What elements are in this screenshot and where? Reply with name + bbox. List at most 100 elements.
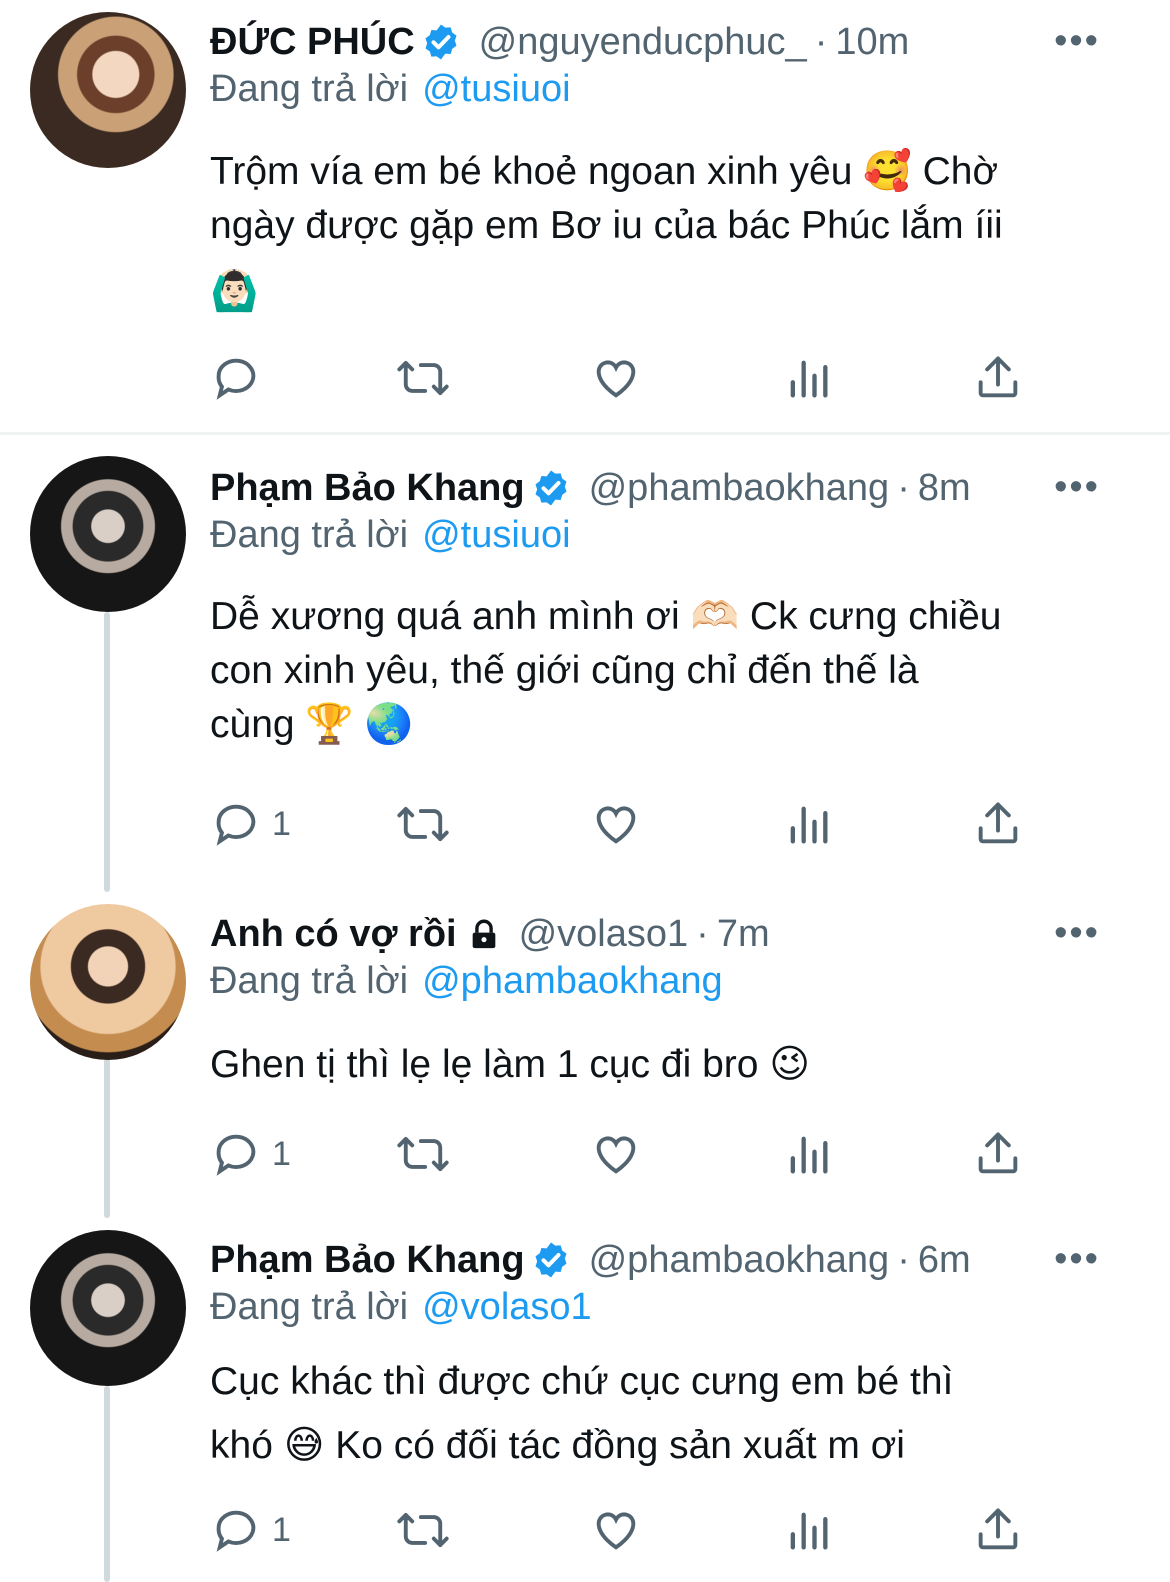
tweet-text-line: con xinh yêu, thế giới cũng chỉ đến thế … bbox=[210, 649, 919, 692]
views-icon bbox=[790, 1512, 828, 1550]
mention-link[interactable]: @tusiuoi bbox=[422, 68, 570, 110]
reply-button[interactable]: 1 bbox=[210, 798, 291, 850]
mention-link[interactable]: @volaso1 bbox=[422, 1286, 592, 1328]
reply-icon bbox=[216, 804, 256, 846]
separator-dot: · bbox=[814, 20, 828, 63]
share-button[interactable] bbox=[972, 352, 1024, 404]
tweet-text: Cục khác thì được chứ cục cưng em bé thì… bbox=[210, 1350, 1110, 1478]
verified-badge-icon bbox=[535, 1242, 567, 1278]
tweet-actions: 1 bbox=[210, 798, 1040, 858]
like-icon bbox=[596, 1136, 636, 1174]
timestamp[interactable]: 7m bbox=[717, 913, 770, 956]
tweet-text-line: cùng 🏆 🌏 bbox=[210, 703, 414, 746]
reply-icon bbox=[216, 358, 256, 400]
share-icon bbox=[978, 1132, 1018, 1174]
replying-to: Đang trả lời @phambaokhang bbox=[210, 960, 723, 1003]
tweet[interactable]: Anh có vợ rồi @volaso1 · 7m ••• Đang trả… bbox=[0, 890, 1170, 1220]
like-icon bbox=[596, 806, 636, 844]
display-name[interactable]: Anh có vợ rồi bbox=[210, 913, 457, 956]
like-button[interactable] bbox=[590, 352, 642, 404]
verified-badge-icon bbox=[535, 470, 567, 506]
avatar[interactable] bbox=[30, 904, 186, 1060]
share-icon bbox=[978, 356, 1018, 398]
replying-to: Đang trả lời @tusiuoi bbox=[210, 514, 571, 557]
reply-count: 1 bbox=[272, 1510, 291, 1549]
timestamp[interactable]: 6m bbox=[918, 1239, 971, 1282]
more-icon[interactable]: ••• bbox=[1054, 1238, 1100, 1281]
share-button[interactable] bbox=[972, 798, 1024, 850]
like-button[interactable] bbox=[590, 1128, 642, 1180]
tweet-text: Ghen tị thì lẹ lẹ làm 1 cục đi bro 😉 bbox=[210, 1038, 1110, 1092]
tweet[interactable]: Phạm Bảo Khang @phambaokhang · 6m ••• Đa… bbox=[0, 1220, 1170, 1582]
handle[interactable]: @nguyenducphuc_ bbox=[479, 21, 807, 64]
retweet-icon bbox=[397, 360, 449, 396]
share-button[interactable] bbox=[972, 1128, 1024, 1180]
tweet-header: ĐỨC PHÚC @nguyenducphuc_ · 10m ••• bbox=[210, 16, 1130, 68]
avatar[interactable] bbox=[30, 12, 186, 168]
tweet[interactable]: Phạm Bảo Khang @phambaokhang · 8m ••• Đa… bbox=[0, 440, 1170, 890]
tweet-header: Phạm Bảo Khang @phambaokhang · 6m ••• bbox=[210, 1234, 1130, 1286]
separator-dot: · bbox=[696, 912, 709, 955]
handle[interactable]: @phambaokhang bbox=[589, 1239, 890, 1282]
tweet-text-line: Cục khác thì được chứ cục cưng em bé thì bbox=[210, 1360, 954, 1403]
views-button[interactable] bbox=[782, 352, 834, 404]
timestamp[interactable]: 10m bbox=[835, 21, 909, 64]
reply-button[interactable] bbox=[210, 352, 272, 404]
reply-count: 1 bbox=[272, 804, 291, 843]
separator-dot: · bbox=[897, 466, 910, 509]
views-button[interactable] bbox=[782, 1128, 834, 1180]
share-button[interactable] bbox=[972, 1504, 1024, 1556]
retweet-button[interactable] bbox=[395, 352, 451, 404]
tweet-header: Anh có vợ rồi @volaso1 · 7m ••• bbox=[210, 908, 1130, 960]
tweet-text-line: khó 😅 Ko có đối tác đồng sản xuất m ơi bbox=[210, 1424, 905, 1467]
reply-button[interactable]: 1 bbox=[210, 1128, 291, 1180]
timestamp[interactable]: 8m bbox=[918, 467, 971, 510]
tweet-text: Trộm vía em bé khoẻ ngoan xinh yêu 🥰 Chờ… bbox=[210, 145, 1110, 319]
more-icon[interactable]: ••• bbox=[1054, 466, 1100, 509]
like-icon bbox=[596, 1512, 636, 1550]
tweet-text-line: Dễ xương quá anh mình ơi 🫶🏻 Ck cưng chiề… bbox=[210, 595, 1002, 638]
display-name[interactable]: Phạm Bảo Khang bbox=[210, 467, 525, 510]
reply-button[interactable]: 1 bbox=[210, 1504, 291, 1556]
verified-badge-icon bbox=[425, 24, 457, 60]
tweet-text-line: 🙆🏻‍♂️ bbox=[210, 269, 259, 314]
tweet-text: Dễ xương quá anh mình ơi 🫶🏻 Ck cưng chiề… bbox=[210, 590, 1110, 752]
tweet-actions: 1 bbox=[210, 1504, 1040, 1564]
views-button[interactable] bbox=[782, 798, 834, 850]
tweet[interactable]: ĐỨC PHÚC @nguyenducphuc_ · 10m ••• Đang … bbox=[0, 0, 1170, 430]
views-icon bbox=[790, 806, 828, 844]
avatar[interactable] bbox=[30, 456, 186, 612]
tweet-text-line: Ghen tị thì lẹ lẹ làm 1 cục đi bro 😉 bbox=[210, 1043, 810, 1086]
handle[interactable]: @phambaokhang bbox=[589, 467, 890, 510]
share-icon bbox=[978, 802, 1018, 844]
reply-count: 1 bbox=[272, 1134, 291, 1173]
retweet-button[interactable] bbox=[395, 798, 451, 850]
handle[interactable]: @volaso1 bbox=[519, 913, 689, 956]
views-icon bbox=[790, 1136, 828, 1174]
like-button[interactable] bbox=[590, 1504, 642, 1556]
like-icon bbox=[596, 360, 636, 398]
tweet-actions: 1 bbox=[210, 1128, 1040, 1188]
retweet-button[interactable] bbox=[395, 1504, 451, 1556]
tweet-text-line: ngày được gặp em Bơ iu của bác Phúc lắm … bbox=[210, 204, 1003, 247]
mention-link[interactable]: @phambaokhang bbox=[422, 960, 723, 1002]
like-button[interactable] bbox=[590, 798, 642, 850]
display-name[interactable]: Phạm Bảo Khang bbox=[210, 1239, 525, 1282]
avatar[interactable] bbox=[30, 1230, 186, 1386]
share-icon bbox=[978, 1508, 1018, 1550]
retweet-button[interactable] bbox=[395, 1128, 451, 1180]
tweet-divider bbox=[0, 432, 1170, 435]
views-button[interactable] bbox=[782, 1504, 834, 1556]
replying-to: Đang trả lời @volaso1 bbox=[210, 1286, 592, 1329]
mention-link[interactable]: @tusiuoi bbox=[422, 514, 570, 556]
more-icon[interactable]: ••• bbox=[1054, 912, 1100, 955]
replying-to-label: Đang trả lời bbox=[210, 514, 409, 556]
display-name[interactable]: ĐỨC PHÚC bbox=[210, 21, 415, 64]
replying-to-label: Đang trả lời bbox=[210, 960, 409, 1002]
more-icon[interactable]: ••• bbox=[1054, 20, 1100, 63]
replying-to: Đang trả lời @tusiuoi bbox=[210, 68, 571, 111]
replying-to-label: Đang trả lời bbox=[210, 1286, 409, 1328]
reply-icon bbox=[216, 1510, 256, 1552]
tweet-text-line: Trộm vía em bé khoẻ ngoan xinh yêu 🥰 Chờ bbox=[210, 150, 999, 193]
reply-icon bbox=[216, 1134, 256, 1176]
